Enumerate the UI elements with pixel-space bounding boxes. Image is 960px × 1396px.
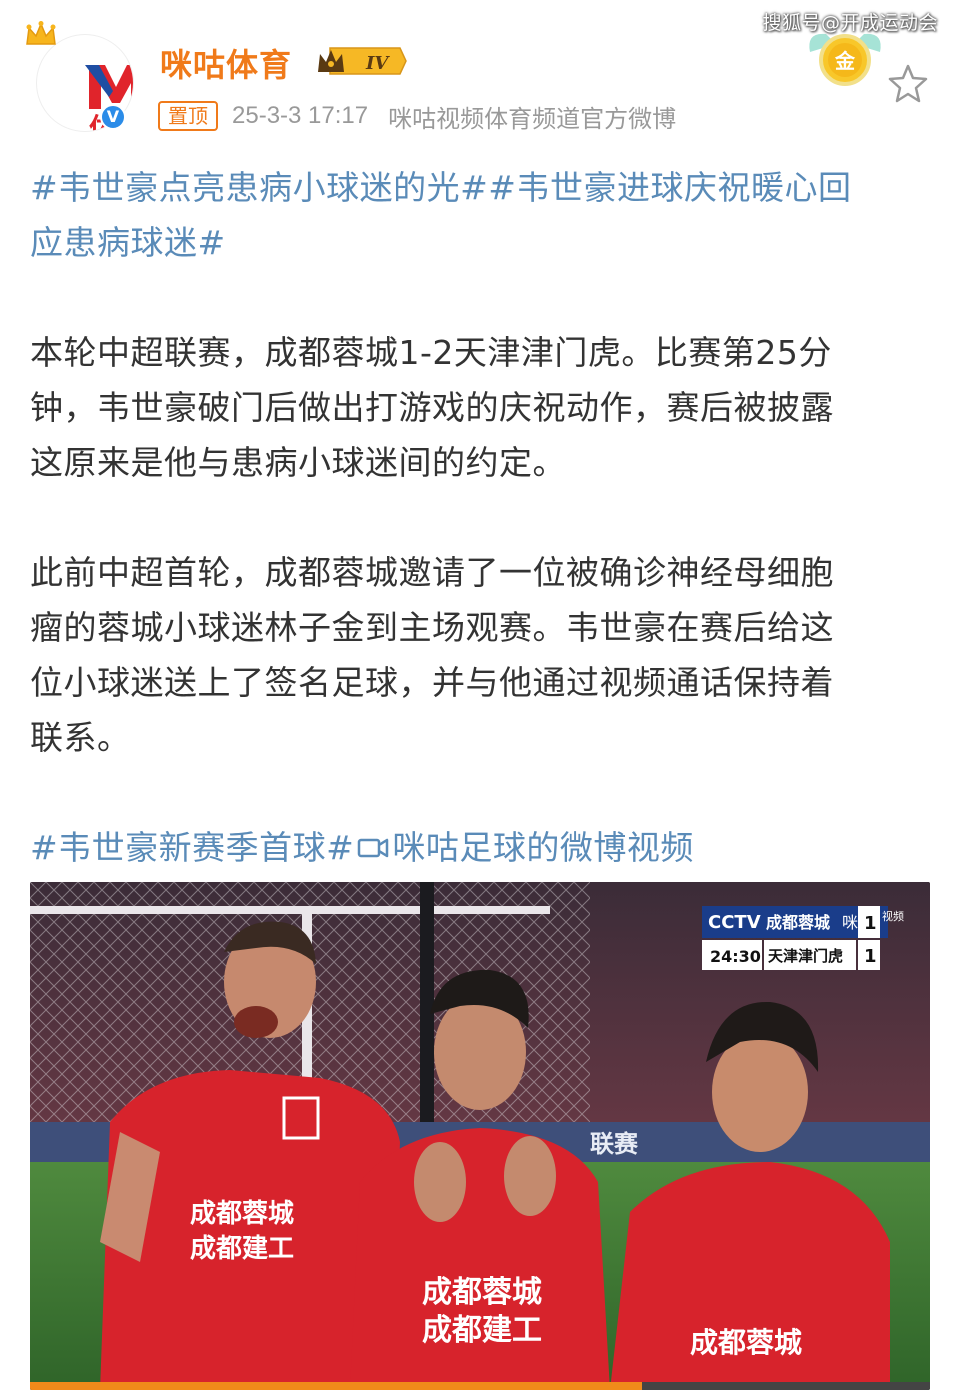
- crown-icon: [26, 21, 56, 45]
- username[interactable]: 咪咕体育: [160, 40, 292, 86]
- channel-logo: CCTV: [708, 912, 761, 933]
- jersey-text: 成都蓉城: [690, 1326, 802, 1359]
- jersey-text: 成都蓉城: [190, 1199, 294, 1229]
- post-meta: 置顶 25-3-3 17:17 咪咕视频体育频道官方微博: [158, 99, 676, 134]
- paragraph-line: 钟，韦世豪破门后做出打游戏的庆祝动作，赛后被披露: [30, 388, 834, 427]
- video-progress-bar[interactable]: [30, 1382, 930, 1390]
- gold-medal-icon: 金: [809, 33, 881, 86]
- favorite-star-icon[interactable]: [886, 62, 930, 106]
- paragraph-line: 瘤的蓉城小球迷林子金到主场观赛。韦世豪在赛后给这: [30, 608, 834, 647]
- team-away: 天津津门虎: [768, 947, 843, 965]
- post-time: 25-3-3 17:17: [232, 102, 369, 129]
- score-away: 1: [864, 946, 877, 967]
- jersey-text: 成都建工: [190, 1234, 294, 1264]
- topic-hashtag-line[interactable]: 应患病球迷#: [30, 215, 920, 270]
- score-home: 1: [864, 913, 877, 934]
- video-player[interactable]: 联赛 成都蓉城 成都建工 成都蓉城 成都建工 成都蓉城 CCTV 成都蓉城 咪: [30, 882, 930, 1390]
- paragraph-line: 联系。: [30, 718, 131, 757]
- level-badge-icon: IV: [318, 47, 407, 75]
- paragraph-line: 此前中超首轮，成都蓉城邀请了一位被确诊神经母细胞: [30, 553, 834, 592]
- jersey-text: 成都建工: [422, 1313, 542, 1348]
- pinned-tag: 置顶: [158, 101, 218, 131]
- post-source[interactable]: 咪咕视频体育频道官方微博: [388, 99, 676, 134]
- board-text: 联赛: [590, 1130, 639, 1158]
- level-text: IV: [365, 53, 390, 74]
- paragraph-line: 本轮中超联赛，成都蓉城1-2天津津门虎。比赛第25分: [30, 333, 832, 372]
- video-link[interactable]: 咪咕足球的微博视频: [392, 820, 694, 875]
- scoreboard: CCTV 成都蓉城 咪 1 视频 24:30 天津津门虎 1: [702, 906, 904, 970]
- team-home: 成都蓉城: [766, 913, 830, 932]
- side-label: 视频: [882, 909, 904, 923]
- video-progress-fill: [30, 1382, 642, 1390]
- paragraph-line: 这原来是他与患病小球迷间的约定。: [30, 443, 566, 482]
- watermark: 搜狐号@开成运动会: [762, 12, 938, 34]
- match-clock: 24:30: [710, 947, 761, 966]
- jersey-text: 成都蓉城: [422, 1275, 542, 1310]
- video-frame: 联赛 成都蓉城 成都建工 成都蓉城 成都建工 成都蓉城 CCTV 成都蓉城 咪: [30, 882, 930, 1390]
- bottom-topic-row: #韦世豪新赛季首球# 咪咕足球的微博视频: [30, 820, 920, 875]
- topic-hashtag[interactable]: #韦世豪新赛季首球#: [30, 820, 354, 875]
- post-body: #韦世豪点亮患病小球迷的光##韦世豪进球庆祝暖心回 应患病球迷# 本轮中超联赛，…: [30, 160, 920, 875]
- side-label: 咪: [842, 913, 858, 932]
- video-camera-icon: [358, 838, 389, 857]
- post-header: 体育 V 咪咕体育 IV 置顶 25-3-3 17:17 咪咕视频体育频道官方微…: [0, 18, 960, 148]
- verified-badge-icon: V: [100, 104, 126, 130]
- paragraph-line: 位小球迷送上了签名足球，并与他通过视频通话保持着: [30, 663, 834, 702]
- topic-hashtag-line[interactable]: #韦世豪点亮患病小球迷的光##韦世豪进球庆祝暖心回: [30, 160, 920, 215]
- medal-text: 金: [834, 49, 856, 73]
